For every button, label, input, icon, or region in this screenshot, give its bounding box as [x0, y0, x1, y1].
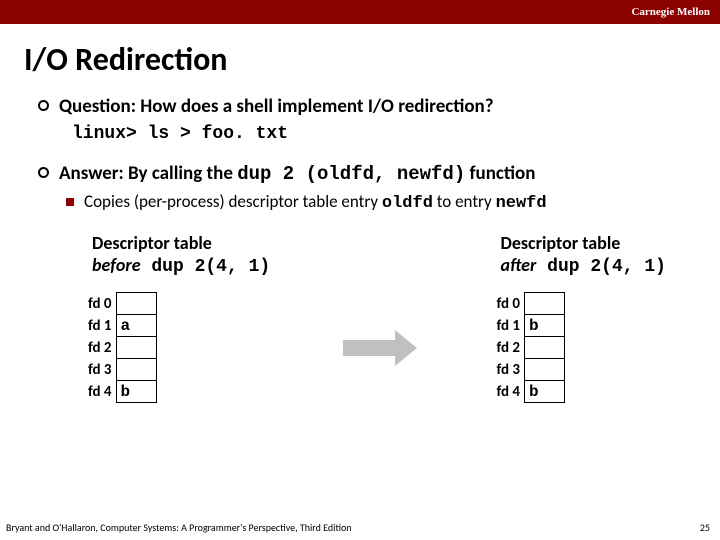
fd-label: fd 2	[496, 337, 524, 359]
answer-prefix: Answer: By calling the	[59, 162, 237, 185]
bullet-circle-icon	[38, 167, 49, 178]
after-cap-line1: Descriptor table	[500, 232, 620, 254]
before-cap-em: before	[92, 254, 141, 276]
footer: Bryant and O'Hallaron, Computer Systems:…	[6, 521, 710, 534]
before-table: fd 0 fd 1a fd 2 fd 3 fd 4b	[88, 292, 157, 403]
sub-bullet: Copies (per-process) descriptor table en…	[66, 191, 690, 213]
bullet-circle-icon	[38, 100, 49, 111]
answer-text: Answer: By calling the dup 2 (oldfd, new…	[59, 162, 535, 185]
page-number: 25	[700, 521, 710, 534]
tables-row: Descriptor table before dup 2(4, 1) fd 0…	[88, 233, 666, 403]
fd-label: fd 2	[88, 337, 116, 359]
fd-cell	[525, 359, 565, 381]
brand-bar: Carnegie Mellon	[0, 0, 720, 24]
fd-cell: b	[116, 381, 156, 403]
bullet-square-icon	[66, 198, 74, 206]
fd-cell	[525, 337, 565, 359]
fd-cell: a	[116, 315, 156, 337]
sub-code-oldfd: oldfd	[382, 194, 433, 213]
slide: Carnegie Mellon I/O Redirection Question…	[0, 0, 720, 540]
after-table: fd 0 fd 1b fd 2 fd 3 fd 4b	[496, 292, 565, 403]
table-row: fd 1b	[496, 315, 564, 337]
table-row: fd 4b	[496, 381, 564, 403]
fd-label: fd 0	[88, 293, 116, 315]
fd-cell	[116, 359, 156, 381]
fd-label: fd 3	[496, 359, 524, 381]
arrow-right-icon	[343, 332, 423, 364]
answer-suffix: function	[465, 162, 535, 185]
command-line: linux> ls > foo. txt	[72, 124, 690, 144]
fd-cell: b	[525, 381, 565, 403]
after-caption: Descriptor table after dup 2(4, 1)	[500, 233, 666, 278]
sub-prefix: Copies (per-process) descriptor table en…	[84, 191, 382, 212]
fd-cell	[116, 337, 156, 359]
content-area: Question: How does a shell implement I/O…	[0, 95, 720, 403]
table-row: fd 1a	[88, 315, 156, 337]
before-cap-code: dup 2(4, 1)	[141, 257, 271, 277]
table-row: fd 3	[496, 359, 564, 381]
before-caption: Descriptor table before dup 2(4, 1)	[92, 233, 270, 278]
fd-label: fd 4	[88, 381, 116, 403]
fd-cell	[116, 293, 156, 315]
fd-label: fd 1	[496, 315, 524, 337]
arrow-wrap	[343, 332, 423, 364]
fd-label: fd 3	[88, 359, 116, 381]
table-row: fd 0	[496, 293, 564, 315]
fd-label: fd 1	[88, 315, 116, 337]
table-row: fd 2	[88, 337, 156, 359]
table-row: fd 3	[88, 359, 156, 381]
sub-bullet-text: Copies (per-process) descriptor table en…	[84, 191, 547, 213]
fd-cell: b	[525, 315, 565, 337]
answer-code: dup 2 (oldfd, newfd)	[237, 163, 465, 185]
slide-title: I/O Redirection	[0, 24, 720, 87]
table-row: fd 4b	[88, 381, 156, 403]
question-text: Question: How does a shell implement I/O…	[59, 95, 494, 118]
table-row: fd 0	[88, 293, 156, 315]
before-cap-line1: Descriptor table	[92, 232, 212, 254]
fd-label: fd 0	[496, 293, 524, 315]
sub-code-newfd: newfd	[496, 194, 547, 213]
fd-label: fd 4	[496, 381, 524, 403]
after-cap-code: dup 2(4, 1)	[536, 257, 666, 277]
after-table-block: Descriptor table after dup 2(4, 1) fd 0 …	[496, 233, 666, 403]
before-table-block: Descriptor table before dup 2(4, 1) fd 0…	[88, 233, 270, 403]
table-row: fd 2	[496, 337, 564, 359]
answer-bullet: Answer: By calling the dup 2 (oldfd, new…	[38, 162, 690, 185]
footer-left: Bryant and O'Hallaron, Computer Systems:…	[6, 521, 352, 534]
after-cap-em: after	[500, 254, 536, 276]
question-bullet: Question: How does a shell implement I/O…	[38, 95, 690, 118]
sub-mid: to entry	[433, 191, 496, 212]
brand-text: Carnegie Mellon	[631, 6, 710, 18]
fd-cell	[525, 293, 565, 315]
